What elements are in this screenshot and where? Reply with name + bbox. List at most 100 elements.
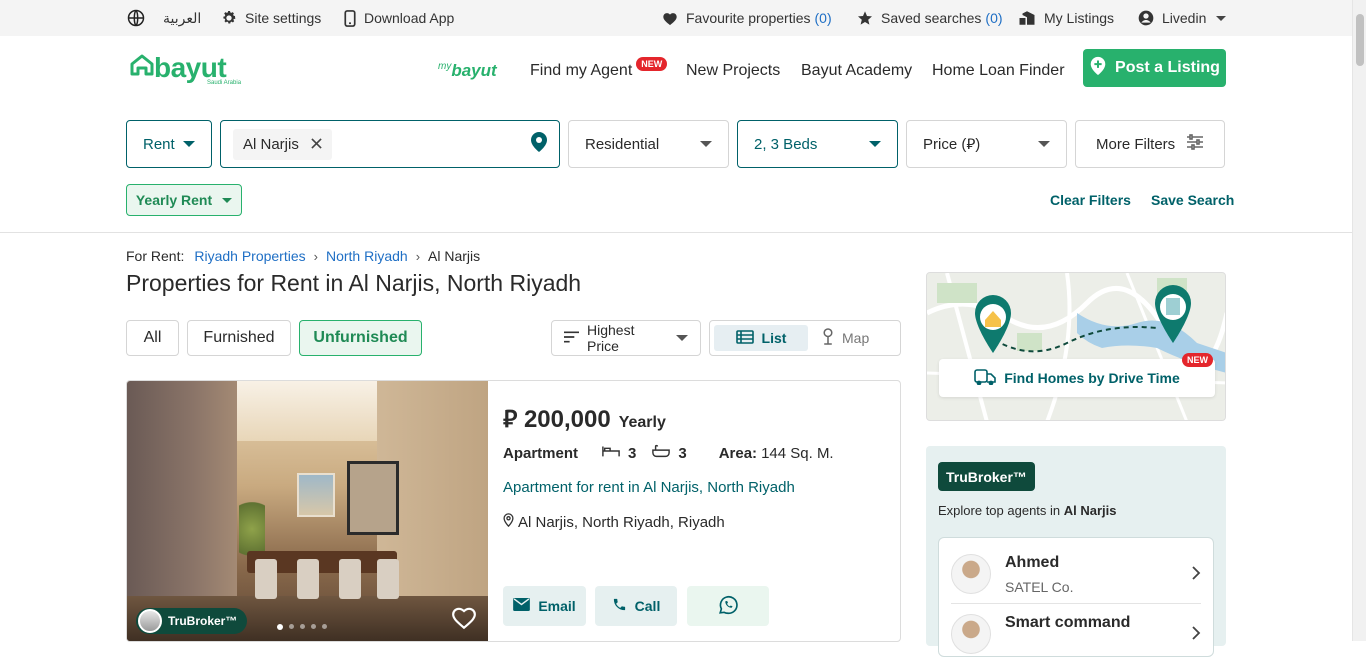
phone-icon bbox=[344, 9, 356, 27]
post-listing-button[interactable]: Post a Listing bbox=[1083, 49, 1226, 87]
location-text: Al Narjis, North Riyadh, Riyadh bbox=[518, 513, 725, 531]
breadcrumb: For Rent: Riyadh Properties › North Riya… bbox=[126, 248, 480, 264]
trubroker-badge-label: TruBroker™ bbox=[168, 614, 238, 628]
nav-new-projects[interactable]: New Projects bbox=[686, 50, 780, 92]
agent-item[interactable]: Smart command bbox=[939, 598, 1215, 660]
carousel-dot[interactable] bbox=[300, 624, 305, 629]
nav-home-loan-finder[interactable]: Home Loan Finder bbox=[932, 50, 1065, 92]
currency-symbol: ⃁ bbox=[503, 406, 518, 433]
scrollbar-thumb[interactable] bbox=[1356, 14, 1364, 66]
agent-list: Ahmed SATEL Co. Smart command bbox=[938, 537, 1214, 657]
carousel-dot[interactable] bbox=[289, 624, 294, 629]
drive-time-button[interactable]: Find Homes by Drive Time bbox=[939, 359, 1215, 397]
close-icon[interactable] bbox=[311, 136, 322, 153]
nav-home-loan-finder-label: Home Loan Finder bbox=[932, 62, 1065, 79]
whatsapp-button[interactable] bbox=[687, 586, 769, 626]
chevron-right-icon bbox=[1192, 626, 1201, 645]
tab-furnished[interactable]: Furnished bbox=[187, 320, 291, 356]
user-menu[interactable]: Livedin bbox=[1138, 0, 1227, 36]
beds-count: 3 bbox=[628, 444, 637, 462]
explore-agents-text: Explore top agents in Al Narjis bbox=[938, 503, 1117, 518]
email-button[interactable]: Email bbox=[503, 586, 586, 626]
agent-name: Ahmed bbox=[1005, 554, 1060, 571]
rent-frequency-value: Yearly Rent bbox=[135, 192, 213, 208]
location-chip[interactable]: Al Narjis bbox=[233, 128, 332, 160]
download-app-label: Download App bbox=[364, 10, 455, 26]
favourite-properties-link[interactable]: Favourite properties (0) bbox=[662, 0, 832, 36]
carousel-dot[interactable] bbox=[277, 624, 283, 630]
photo-chair bbox=[255, 559, 277, 599]
nav-bayut-academy[interactable]: Bayut Academy bbox=[801, 50, 912, 92]
sort-value: Highest Price bbox=[587, 322, 635, 354]
listing-photo[interactable]: TruBroker™ bbox=[127, 381, 488, 641]
email-label: Email bbox=[538, 598, 576, 614]
nav-find-my-agent[interactable]: Find my Agent NEW bbox=[530, 50, 668, 92]
chevron-down-icon bbox=[676, 335, 688, 341]
bayut-logo[interactable]: bayut Saudi Arabia bbox=[130, 54, 241, 86]
list-icon bbox=[735, 329, 754, 347]
breadcrumb-prefix: For Rent: bbox=[126, 248, 185, 264]
download-app-link[interactable]: Download App bbox=[344, 0, 454, 36]
scrollbar[interactable] bbox=[1352, 0, 1366, 641]
mybayut-link[interactable]: mybayut bbox=[438, 50, 497, 92]
photo-mirror bbox=[347, 461, 399, 535]
listing-title[interactable]: Apartment for rent in Al Narjis, North R… bbox=[503, 479, 795, 496]
price-amount: 200,000 bbox=[523, 406, 611, 433]
purpose-value: Rent bbox=[143, 135, 175, 153]
user-name: Livedin bbox=[1162, 10, 1207, 26]
drive-time-map-widget[interactable]: Find Homes by Drive Time NEW bbox=[926, 272, 1226, 421]
view-map-label: Map bbox=[842, 330, 870, 346]
sort-dropdown[interactable]: Highest Price bbox=[551, 320, 701, 356]
agent-avatar bbox=[951, 554, 991, 594]
price-dropdown[interactable]: Price (⃁) bbox=[906, 120, 1067, 168]
tab-all[interactable]: All bbox=[126, 320, 179, 356]
view-map-button[interactable]: Map bbox=[822, 325, 869, 351]
sliders-icon bbox=[1186, 134, 1204, 154]
trubroker-logo: TruBroker™ bbox=[938, 462, 1035, 491]
location-search[interactable]: Al Narjis bbox=[220, 120, 560, 168]
photo-carousel-dots[interactable] bbox=[277, 624, 327, 630]
rent-frequency-dropdown[interactable]: Yearly Rent bbox=[126, 184, 242, 216]
heart-icon bbox=[662, 11, 678, 26]
language-switch[interactable]: العربية bbox=[127, 0, 201, 36]
purpose-dropdown[interactable]: Rent bbox=[126, 120, 212, 168]
trubroker-badge: TruBroker™ bbox=[136, 608, 248, 634]
favourite-label: Favourite properties bbox=[686, 10, 811, 26]
favourite-count: (0) bbox=[814, 10, 832, 26]
page-title: Properties for Rent in Al Narjis, North … bbox=[126, 270, 582, 296]
photo-painting bbox=[297, 473, 335, 517]
more-filters-button[interactable]: More Filters bbox=[1075, 120, 1225, 168]
map-pin-icon bbox=[531, 132, 547, 156]
drive-time-label: Find Homes by Drive Time bbox=[1004, 370, 1180, 386]
explore-prefix: Explore top agents in bbox=[938, 503, 1061, 518]
mybayut-logo: mybayut bbox=[438, 61, 497, 80]
site-settings-link[interactable]: Site settings bbox=[221, 0, 321, 36]
carousel-dot[interactable] bbox=[322, 624, 327, 629]
call-button[interactable]: Call bbox=[595, 586, 677, 626]
breadcrumb-item-north-riyadh[interactable]: North Riyadh bbox=[326, 248, 408, 264]
agent-item[interactable]: Ahmed SATEL Co. bbox=[939, 538, 1215, 600]
view-list-button[interactable]: List bbox=[714, 325, 808, 351]
trubroker-panel: TruBroker™ Explore top agents in Al Narj… bbox=[926, 446, 1226, 657]
breadcrumb-item-current: Al Narjis bbox=[428, 248, 481, 264]
category-dropdown[interactable]: Residential bbox=[568, 120, 729, 168]
listing-card[interactable]: TruBroker™ ⃁ 200,000 Yearly Apartment 3 … bbox=[126, 380, 901, 642]
breadcrumb-item-riyadh[interactable]: Riyadh Properties bbox=[194, 248, 305, 264]
my-listings-link[interactable]: My Listings bbox=[1018, 0, 1114, 36]
favourite-heart-icon[interactable] bbox=[451, 606, 477, 635]
baths-count: 3 bbox=[678, 444, 687, 462]
top-bar: العربية Site settings Download App Favou… bbox=[0, 0, 1352, 36]
category-value: Residential bbox=[585, 135, 660, 153]
listings-icon bbox=[1018, 10, 1036, 26]
save-search-button[interactable]: Save Search bbox=[1151, 192, 1234, 208]
beds-dropdown[interactable]: 2, 3 Beds bbox=[737, 120, 898, 168]
tab-unfurnished[interactable]: Unfurnished bbox=[299, 320, 422, 356]
chevron-right-icon: › bbox=[313, 248, 318, 264]
call-label: Call bbox=[634, 598, 661, 614]
agent-company: SATEL Co. bbox=[1005, 579, 1074, 595]
carousel-dot[interactable] bbox=[311, 624, 316, 629]
post-listing-label: Post a Listing bbox=[1115, 59, 1220, 76]
saved-searches-link[interactable]: Saved searches (0) bbox=[857, 0, 1003, 36]
clear-filters-button[interactable]: Clear Filters bbox=[1050, 192, 1131, 208]
area-value: 144 Sq. M. bbox=[761, 444, 834, 462]
